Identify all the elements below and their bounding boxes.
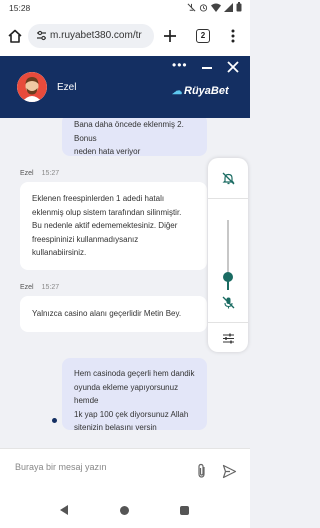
alarm-icon: [199, 3, 208, 12]
volume-slider-track[interactable]: [227, 220, 229, 276]
message-line: sitenizin belasını versin: [74, 423, 157, 432]
tab-switcher-button[interactable]: 2: [196, 29, 210, 43]
tune-icon[interactable]: [222, 332, 235, 345]
more-menu-icon[interactable]: [228, 28, 238, 44]
status-icons: [187, 2, 242, 12]
attach-icon[interactable]: [196, 463, 207, 479]
message-line: Bana daha öncede eklenmiş 2. Bonus: [74, 120, 184, 143]
signal-icon: [224, 2, 233, 12]
agent-message: Yalnızca casino alanı geçerlidir Metin B…: [20, 296, 207, 332]
user-message: Bana daha öncede eklenmiş 2. Bonus neden…: [62, 118, 207, 156]
message-meta: Ezel 15:27: [20, 170, 59, 177]
browser-toolbar: m.ruyabet380.com/tr 2: [0, 16, 250, 56]
notifications-off-icon[interactable]: [222, 172, 235, 185]
message-line: Bu nedenle aktif edememektesiniz. Diğer: [32, 221, 178, 230]
message-status-dot: [52, 418, 57, 423]
minimize-icon[interactable]: [202, 67, 212, 69]
agent-message: Eklenen freespinlerden 1 adedi hatalı ek…: [20, 182, 207, 270]
overlay-divider: [208, 198, 248, 199]
message-line: eklenmiş olup sistem tarafından silinmiş…: [32, 207, 182, 217]
message-time: 15:27: [41, 170, 60, 177]
home-nav-icon[interactable]: [120, 506, 129, 515]
more-options-icon[interactable]: •••: [172, 58, 188, 72]
brand-name: RüyaBet: [184, 85, 229, 97]
close-icon[interactable]: [227, 61, 239, 73]
user-message: Hem casinoda geçerli hem dandik oyunda e…: [62, 358, 207, 432]
mute-icon: [187, 3, 196, 11]
status-time: 15:28: [9, 3, 31, 13]
sender-name: Ezel: [20, 170, 34, 177]
overlay-divider: [208, 322, 248, 323]
message-line: Yalnızca casino alanı geçerlidir Metin B…: [32, 309, 182, 318]
volume-overlay: [208, 158, 248, 352]
new-tab-icon[interactable]: [161, 27, 179, 45]
message-line: kullanabiirsiniz.: [32, 248, 87, 257]
site-settings-icon[interactable]: [36, 30, 47, 41]
wifi-icon: [211, 3, 221, 12]
message-line: Eklenen freespinlerden 1 adedi hatalı: [32, 194, 165, 203]
message-line: Hem casinoda geçerli hem dandik: [74, 369, 195, 378]
sender-name: Ezel: [20, 284, 34, 291]
brand-logo: ☁ RüyaBet: [172, 85, 229, 97]
message-line: neden hata veriyor: [74, 147, 141, 156]
message-meta: Ezel 15:27: [20, 284, 59, 291]
url-text[interactable]: m.ruyabet380.com/tr: [50, 30, 150, 41]
home-icon[interactable]: [7, 28, 23, 44]
system-nav-bar: [0, 492, 250, 528]
message-composer: Buraya bir mesaj yazın: [0, 448, 250, 492]
message-line: 1k yap 100 çek diyorsunuz Allah: [74, 409, 189, 419]
volume-slider-knob[interactable]: [223, 272, 233, 282]
avatar-icon: [17, 72, 47, 102]
agent-name: Ezel: [57, 82, 77, 93]
status-bar: 15:28: [0, 0, 250, 16]
message-line: freespininizi kullanmadıysanız: [32, 234, 139, 244]
chat-header: ••• Ezel ☁ RüyaBet: [0, 56, 250, 118]
agent-avatar: [17, 72, 47, 102]
send-icon[interactable]: [222, 464, 237, 479]
battery-icon: [236, 2, 242, 12]
message-time: 15:27: [41, 284, 60, 291]
address-bar[interactable]: m.ruyabet380.com/tr: [28, 24, 154, 48]
message-input[interactable]: Buraya bir mesaj yazın: [15, 462, 107, 472]
brand-cloud-icon: ☁: [172, 85, 182, 97]
message-line: oyunda ekleme yapıyorsunuz hemde: [74, 382, 179, 406]
recents-icon[interactable]: [180, 506, 189, 515]
mic-off-icon[interactable]: [222, 296, 235, 309]
back-icon[interactable]: [60, 505, 69, 515]
